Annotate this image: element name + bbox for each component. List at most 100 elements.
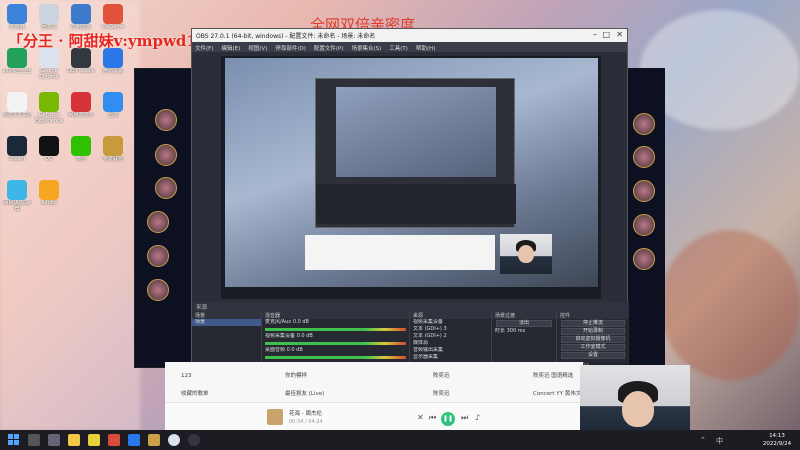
- avatar[interactable]: [633, 113, 655, 135]
- previous-icon[interactable]: ⏮: [429, 413, 436, 423]
- obs-preview[interactable]: [221, 56, 601, 299]
- duration-field[interactable]: 300 ms: [507, 328, 526, 334]
- app-icon: [39, 136, 59, 156]
- desktop-icon[interactable]: 网易云音乐: [66, 92, 96, 124]
- start-record-button[interactable]: 开始录制: [561, 328, 625, 335]
- menu-item[interactable]: 编辑(E): [221, 44, 240, 52]
- obs-dock-titlebar: 来源: [192, 302, 629, 311]
- menu-item[interactable]: 视图(V): [248, 44, 267, 52]
- minimize-icon[interactable]: –: [593, 30, 597, 39]
- window-title: OBS 27.0.1 (64-bit, windows) - 配置文件: 未命名…: [196, 33, 376, 40]
- menu-item[interactable]: 场景集合(S): [351, 44, 381, 52]
- now-playing-time: 00:34 / 04:24: [289, 419, 323, 425]
- windows-start-icon[interactable]: [8, 434, 20, 446]
- source-item[interactable]: 文本 (GDI+) 3: [410, 326, 491, 333]
- source-item[interactable]: 文本 (GDI+) 2: [410, 333, 491, 340]
- next-icon[interactable]: ⏭: [461, 413, 468, 423]
- obs-icon[interactable]: [188, 434, 200, 446]
- sources-dock: 来源 视频采集设备 文本 (GDI+) 3 文本 (GDI+) 2 媒体源 音频…: [410, 311, 492, 363]
- desktop-icon-label: QQ: [45, 156, 53, 162]
- app-icon: [39, 92, 59, 112]
- app-icon: [103, 48, 123, 68]
- menu-item[interactable]: 文件(F): [195, 44, 213, 52]
- controls-dock-header: 控件: [557, 311, 629, 319]
- track-album: Concert YY 黄伟文: [533, 391, 582, 397]
- webcam-person-face: [518, 245, 534, 263]
- volume-meter[interactable]: [265, 342, 406, 345]
- controls-dock: 控件 停止推流 开始录制 启动虚拟摄像机 工作室模式 设置: [557, 311, 629, 363]
- scene-item[interactable]: 场景: [192, 319, 261, 326]
- source-item[interactable]: 媒体源: [410, 340, 491, 347]
- desktop-icon-label: Steam: [8, 156, 26, 162]
- avatar[interactable]: [147, 245, 169, 267]
- file-explorer-icon[interactable]: [68, 434, 80, 446]
- webcam-person-face: [622, 391, 654, 427]
- mixer-channel-name: 视频采集设备: [265, 333, 296, 339]
- desktop-icon[interactable]: 腾讯会议: [98, 48, 128, 80]
- desktop-icon[interactable]: 360安全卫士: [2, 48, 32, 80]
- volume-meter[interactable]: [265, 328, 406, 331]
- volume-meter[interactable]: [265, 356, 406, 359]
- desktop-icon[interactable]: 微信: [66, 136, 96, 168]
- desktop-icon-label: 英雄联盟: [102, 156, 123, 162]
- studio-mode-button[interactable]: 工作室模式: [561, 344, 625, 351]
- menu-item[interactable]: 工具(T): [389, 44, 408, 52]
- avatar[interactable]: [633, 146, 655, 168]
- desktop-icon-label: GeForce Experience: [35, 112, 63, 124]
- track-row[interactable]: 123 你的模样 陈奕迅 陈奕迅 国语精选: [165, 370, 583, 383]
- task-view-icon[interactable]: [48, 434, 60, 446]
- transition-select[interactable]: 淡出: [496, 320, 552, 327]
- desktop-icon[interactable]: 英雄联盟: [98, 136, 128, 168]
- app-icon[interactable]: [128, 434, 140, 446]
- avatar[interactable]: [155, 144, 177, 166]
- desktop-icon[interactable]: Adobe: [34, 180, 64, 212]
- source-item[interactable]: 音频输出采集: [410, 347, 491, 354]
- maximize-icon[interactable]: □: [602, 30, 610, 39]
- shuffle-icon[interactable]: ✕: [417, 413, 424, 422]
- album-cover[interactable]: [267, 409, 283, 425]
- sources-dock-header: 来源: [410, 311, 491, 319]
- menu-item[interactable]: 配置文件(P): [314, 44, 344, 52]
- close-icon[interactable]: ✕: [616, 30, 623, 39]
- desktop-icon[interactable]: 新建文本文档: [2, 92, 32, 124]
- clock[interactable]: 14:13 2022/9/24: [758, 432, 796, 448]
- pause-button[interactable]: ❚❚: [441, 412, 455, 426]
- transitions-dock-header: 场景过渡: [492, 311, 556, 319]
- track-title: 最佳损友 (Live): [285, 391, 325, 397]
- menu-item[interactable]: 停靠部件(D): [275, 44, 306, 52]
- avatar[interactable]: [155, 177, 177, 199]
- avatar[interactable]: [633, 180, 655, 202]
- desktop-icon[interactable]: GeForce Experience: [34, 92, 64, 124]
- track-row[interactable]: 收藏的歌单 最佳损友 (Live) 陈奕迅 Concert YY 黄伟文: [165, 388, 583, 401]
- desktop-icon[interactable]: Google Chrome: [34, 48, 64, 80]
- source-item[interactable]: 显示器采集: [410, 354, 491, 361]
- language-indicator[interactable]: 中: [716, 436, 723, 446]
- avatar[interactable]: [633, 214, 655, 236]
- app-icon[interactable]: [148, 434, 160, 446]
- desktop-icon[interactable]: QQ: [34, 136, 64, 168]
- avatar[interactable]: [633, 248, 655, 270]
- app-icon: [39, 180, 59, 200]
- desktop-icon[interactable]: 迅雷: [98, 92, 128, 124]
- settings-button[interactable]: 设置: [561, 352, 625, 359]
- desktop-icon[interactable]: 网易UU加速器: [2, 180, 32, 212]
- tray-icons[interactable]: ⌃: [700, 436, 706, 444]
- desktop-icon[interactable]: Steam: [2, 136, 32, 168]
- search-icon[interactable]: [28, 434, 40, 446]
- volume-icon[interactable]: ♪: [475, 413, 480, 422]
- source-item[interactable]: 视频采集设备: [410, 319, 491, 326]
- track-number: 123: [181, 373, 192, 379]
- app-icon[interactable]: [88, 434, 100, 446]
- app-icon[interactable]: [108, 434, 120, 446]
- menu-item[interactable]: 帮助(H): [416, 44, 435, 52]
- avatar[interactable]: [147, 211, 169, 233]
- scenes-dock: 场景 场景: [192, 311, 262, 363]
- app-icon: [71, 92, 91, 112]
- chrome-icon[interactable]: [168, 434, 180, 446]
- desktop-icon[interactable]: OBS Studio: [66, 48, 96, 80]
- avatar[interactable]: [155, 109, 177, 131]
- avatar[interactable]: [147, 279, 169, 301]
- obs-menubar: 文件(F) 编辑(E) 视图(V) 停靠部件(D) 配置文件(P) 场景集合(S) 工具(T…: [192, 42, 627, 52]
- virtual-cam-button[interactable]: 启动虚拟摄像机: [561, 336, 625, 343]
- stop-stream-button[interactable]: 停止推流: [561, 320, 625, 327]
